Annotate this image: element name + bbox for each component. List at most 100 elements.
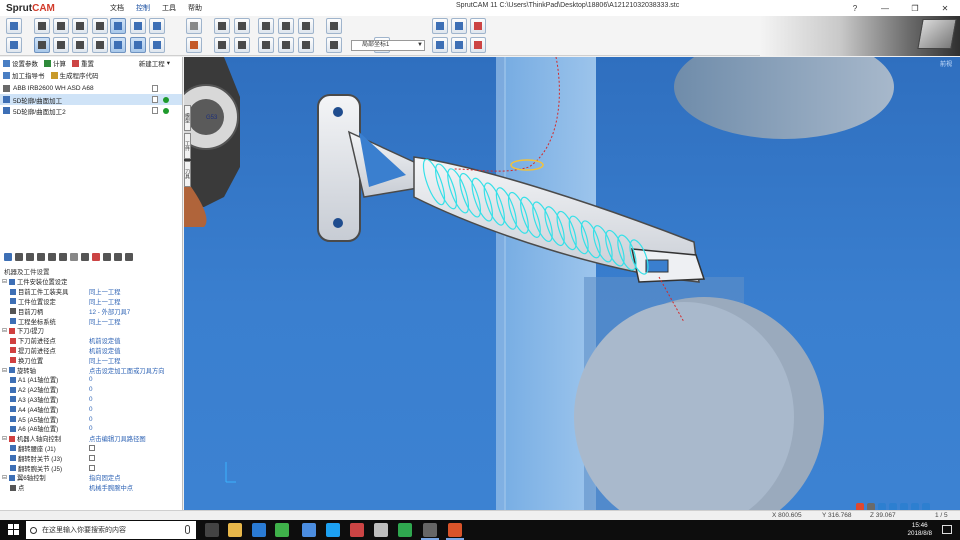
coordinate-system-select[interactable]: 局部坐标1 ▼ — [351, 40, 425, 51]
mirror-button[interactable] — [451, 37, 467, 53]
property-value[interactable]: 机械手腕腕中点 — [89, 483, 133, 492]
property-group-row[interactable]: ⊟ 机器人轴向控制 点击编辑刀具路径图 — [0, 434, 183, 444]
file-explorer-icon[interactable] — [228, 523, 242, 537]
help-button[interactable]: ? — [840, 0, 870, 16]
property-checkbox[interactable] — [89, 445, 95, 452]
property-row[interactable]: A1 (A1轴位置) 0 — [0, 375, 183, 385]
fixture-tab-icon[interactable] — [48, 253, 56, 261]
stop-tab-icon[interactable] — [92, 253, 100, 261]
maximize-button[interactable]: ❐ — [900, 0, 930, 16]
setup-params-button[interactable]: 设置参数 — [3, 58, 38, 68]
new-project-button[interactable]: 新建工程 ▾ — [139, 58, 170, 68]
view-front-button[interactable] — [130, 18, 146, 34]
transform-button[interactable] — [432, 37, 448, 53]
gear-tab-icon[interactable] — [37, 253, 45, 261]
task-view-icon[interactable] — [205, 523, 219, 537]
property-row[interactable]: 目前刀柄 12 - 外部刀具7 — [0, 306, 183, 316]
windows-start-icon[interactable] — [8, 524, 19, 535]
shade-button[interactable] — [110, 37, 126, 53]
property-row[interactable]: 换刀位置 同上一工程 — [0, 355, 183, 365]
property-checkbox[interactable] — [89, 465, 95, 472]
viewport-tab-1[interactable]: 工件 — [184, 133, 191, 159]
tool-tab-icon[interactable] — [15, 253, 23, 261]
media-icon[interactable] — [350, 523, 364, 537]
parameters-tab-icon[interactable] — [81, 253, 89, 261]
sphere-button[interactable] — [186, 18, 202, 34]
layout-button[interactable] — [214, 18, 230, 34]
property-row[interactable]: A6 (A6轴位置) 0 — [0, 424, 183, 434]
property-row[interactable]: 点 机械手腕腕中点 — [0, 483, 183, 493]
collapse-toggle-icon[interactable]: ⊟ — [2, 474, 8, 481]
select-button[interactable] — [34, 37, 50, 53]
wechat-icon[interactable] — [275, 523, 289, 537]
open-button[interactable] — [6, 37, 22, 53]
3d-viewport[interactable]: 前视 模型 工件 刀具 G53 — [184, 57, 960, 510]
property-value[interactable]: 0 — [89, 425, 93, 432]
property-row[interactable]: A2 (A2轴位置) 0 — [0, 385, 183, 395]
property-value[interactable]: 同上一工程 — [89, 356, 120, 365]
machine-tab-icon[interactable] — [4, 253, 12, 261]
verify-button[interactable] — [470, 37, 486, 53]
property-value[interactable]: 指向固定点 — [89, 473, 120, 482]
taskbar-clock[interactable]: 15:46 2018/8/8 — [907, 522, 932, 538]
property-row[interactable]: 提刀前进径点 机前设定值 — [0, 346, 183, 356]
chart-tab-icon[interactable] — [103, 253, 111, 261]
calculate-button[interactable]: 计算 — [44, 58, 66, 68]
document-icon[interactable] — [152, 107, 158, 114]
operation-row[interactable]: 5D轮廓/曲面加工 — [0, 94, 182, 105]
export-tab-icon[interactable] — [125, 253, 133, 261]
pan-button[interactable] — [72, 37, 88, 53]
taskbar-search-box[interactable]: 在这里输入你要搜索的内容 — [26, 521, 196, 539]
property-row[interactable]: 下刀前进径点 机前设定值 — [0, 336, 183, 346]
collapse-toggle-icon[interactable]: ⊟ — [2, 278, 8, 285]
property-value[interactable]: 机前设定值 — [89, 346, 120, 355]
property-row[interactable]: 翻转腕关节 (J5) — [0, 463, 183, 473]
collapse-toggle-icon[interactable]: ⊟ — [2, 327, 8, 334]
pointer-button[interactable] — [34, 18, 50, 34]
property-checkbox[interactable] — [89, 455, 95, 462]
property-value[interactable]: 0 — [89, 406, 93, 413]
cutter-button[interactable] — [298, 37, 314, 53]
notification-center-icon[interactable] — [942, 525, 952, 534]
camtasia-icon[interactable] — [398, 523, 412, 537]
operation-row[interactable]: ABB IRB2600 WH ASD A68 — [0, 83, 182, 94]
document-icon[interactable] — [152, 96, 158, 103]
document-icon[interactable] — [152, 85, 158, 92]
collapse-toggle-icon[interactable]: ⊟ — [2, 435, 8, 442]
material-tab-icon[interactable] — [26, 253, 34, 261]
property-value[interactable]: 0 — [89, 386, 93, 393]
microphone-icon[interactable] — [185, 525, 190, 534]
zoom-button[interactable] — [72, 18, 88, 34]
reset-button[interactable]: 重置 — [72, 58, 94, 68]
sprutcam-icon[interactable] — [446, 523, 464, 540]
recorder-icon[interactable] — [421, 523, 439, 540]
menu-item-3[interactable]: 帮助 — [182, 3, 208, 13]
probe-button[interactable] — [470, 18, 486, 34]
property-value[interactable]: 0 — [89, 376, 93, 383]
property-row[interactable]: 翻转腰座 (J1) — [0, 444, 183, 454]
property-value[interactable]: 同上一工程 — [89, 287, 120, 296]
skype-icon[interactable] — [326, 523, 340, 537]
spindle-button[interactable] — [258, 37, 274, 53]
funnel-tab-icon[interactable] — [70, 253, 78, 261]
property-row[interactable]: 目前工件工装夹具 同上一工程 — [0, 287, 183, 297]
tool-button[interactable] — [298, 18, 314, 34]
property-value[interactable]: 点击编辑刀具路径图 — [89, 434, 146, 443]
property-row[interactable]: 工件位置设定 同上一工程 — [0, 297, 183, 307]
operation-row[interactable]: 5D轮廓/曲面加工2 — [0, 105, 182, 116]
edges-button[interactable] — [149, 37, 165, 53]
path-button[interactable] — [451, 18, 467, 34]
project-button[interactable] — [432, 18, 448, 34]
menu-item-1[interactable]: 控制 — [130, 3, 156, 13]
property-value[interactable]: 机前设定值 — [89, 336, 120, 345]
view-iso-button[interactable] — [110, 18, 126, 34]
property-row[interactable]: A4 (A4轴位置) 0 — [0, 404, 183, 414]
property-row[interactable]: 工程坐标系统 同上一工程 — [0, 316, 183, 326]
browser-icon[interactable] — [252, 523, 266, 537]
cube-button[interactable] — [326, 18, 342, 34]
sprutcam-tool-icon[interactable] — [374, 523, 388, 537]
process-guide-button[interactable]: 加工指导书 — [3, 70, 45, 80]
robot-tab-icon[interactable] — [114, 253, 122, 261]
property-row[interactable]: A3 (A3轴位置) 0 — [0, 395, 183, 405]
viewport-tab-2[interactable]: 刀具 — [184, 161, 191, 187]
